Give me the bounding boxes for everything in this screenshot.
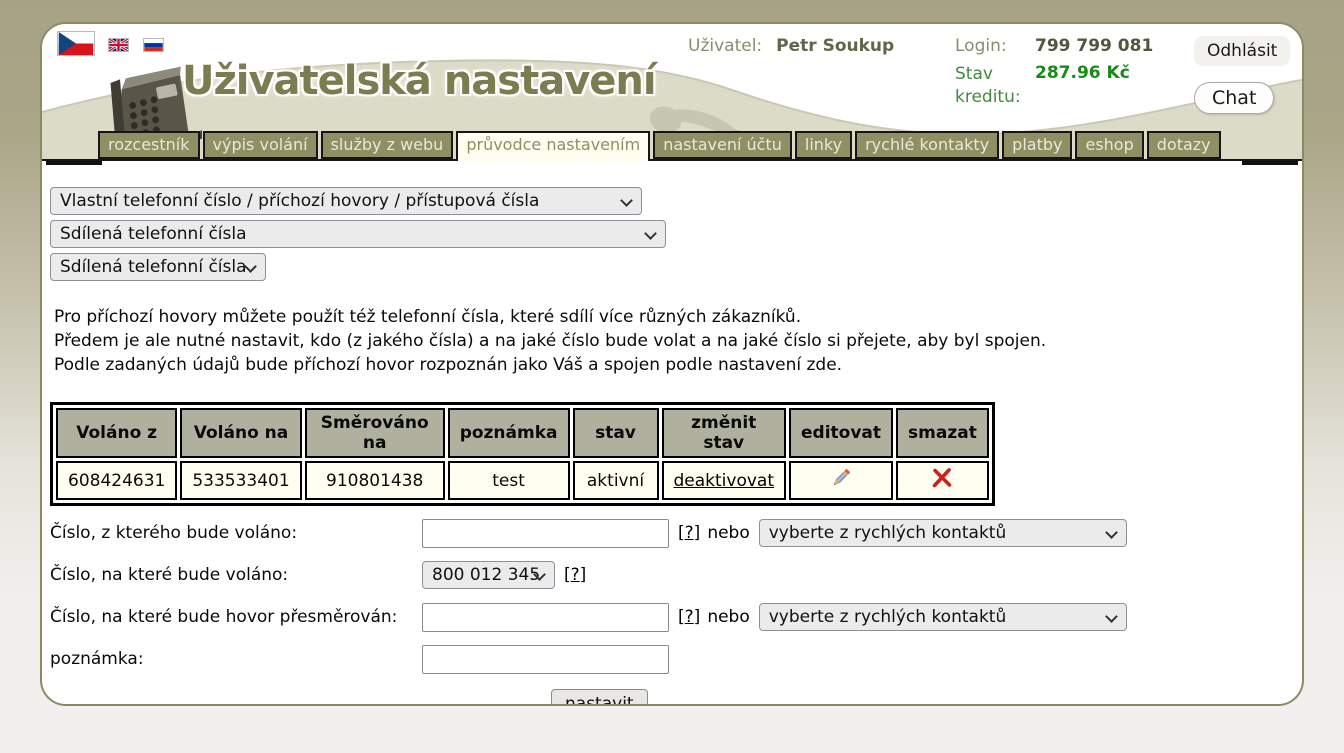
login-value: 799 799 081 [1035,36,1153,56]
category-select[interactable]: Vlastní telefonní číslo / příchozí hovor… [50,187,642,215]
forward-input[interactable] [422,603,669,632]
pencil-icon[interactable] [829,466,853,490]
form-row-forward: Číslo, na které bude hovor přesměrován: … [50,602,1294,632]
table-header-row: Voláno z Voláno na Směrováno na poznámka… [56,408,989,458]
user-info: Uživatel: Petr Soukup [688,36,894,56]
cell-volano-na: 533533401 [180,461,301,500]
nebo-text: nebo [707,607,749,627]
credit-info: Stav kreditu: 287.96 Kč [955,63,1130,109]
col-volano-z: Voláno z [56,408,177,458]
content-area: Vlastní telefonní číslo / příchozí hovor… [42,161,1302,706]
cell-smerovano-na: 910801438 [305,461,445,500]
chat-button[interactable]: Chat [1194,82,1274,114]
cell-volano-z: 608424631 [56,461,177,500]
tab-sluzby-z-webu[interactable]: služby z webu [321,131,454,159]
called-help: [?] [564,565,586,585]
col-zmenit-stav: změnit stav [662,408,787,458]
note-label: poznámka: [50,649,422,669]
bracket: [ [564,565,571,585]
main-card: Uživatelská nastavení Uživatel: Petr Sou… [40,22,1304,706]
tab-platby[interactable]: platby [1002,131,1072,159]
user-label: Uživatel: [688,36,762,56]
col-stav: stav [573,408,659,458]
shared-numbers-table: Voláno z Voláno na Směrováno na poznámka… [50,402,995,506]
login-info: Login: 799 799 081 [955,36,1153,56]
tab-vypis-volani[interactable]: výpis volání [203,131,318,159]
forward-label: Číslo, na které bude hovor přesměrován: [50,607,422,627]
forward-help-link[interactable]: ? [685,607,694,627]
tab-pruvodce-nastavenim[interactable]: průvodce nastavením [456,131,650,161]
russia-flag-icon[interactable] [143,38,164,52]
caller-contacts-select[interactable]: vyberte z rychlých kontaktů [759,519,1127,547]
section-select[interactable]: Sdílená telefonní čísla [50,253,266,281]
note-input[interactable] [422,645,669,674]
form-row-caller: Číslo, z kterého bude voláno: [?] nebo v… [50,518,1294,548]
col-volano-na: Voláno na [180,408,301,458]
form-row-note: poznámka: [50,644,1294,674]
tab-linky[interactable]: linky [795,131,852,159]
col-smerovano-na: Směrováno na [305,408,445,458]
form-row-called: Číslo, na které bude voláno: 800 012 345… [50,560,1294,590]
main-navigation: rozcestník výpis volání služby z webu pr… [42,131,1302,161]
submit-row: nastavit [551,689,1294,706]
subcategory-select[interactable]: Sdílená telefonní čísla [50,220,666,248]
user-name: Petr Soukup [776,36,894,56]
bracket: ] [694,523,701,543]
submit-button[interactable]: nastavit [551,689,648,706]
caller-input[interactable] [422,519,669,548]
bracket: ] [694,607,701,627]
tab-nastaveni-uctu[interactable]: nastavení účtu [653,131,792,159]
credit-label: Stav kreditu: [955,63,1035,109]
credit-value: 287.96 Kč [1035,63,1130,109]
cell-poznamka: test [448,461,570,500]
called-number-select[interactable]: 800 012 345 [422,561,555,589]
bracket: [ [678,523,685,543]
forward-help: [?] [678,607,700,627]
page-title: Uživatelská nastavení [182,58,656,104]
bracket: [ [678,607,685,627]
intro-line-3: Podle zadaných údajů bude příchozí hovor… [54,353,1294,377]
new-rule-form: Číslo, z kterého bude voláno: [?] nebo v… [50,518,1294,706]
intro-text: Pro příchozí hovory můžete použít též te… [54,305,1294,377]
bracket: ] [580,565,587,585]
caller-help: [?] [678,523,700,543]
col-editovat: editovat [789,408,893,458]
caller-help-link[interactable]: ? [685,523,694,543]
col-smazat: smazat [896,408,989,458]
red-x-icon[interactable] [931,467,953,489]
cell-stav: aktivní [573,461,659,500]
called-label: Číslo, na které bude voláno: [50,565,422,585]
tab-rozcestnik[interactable]: rozcestník [98,131,200,159]
deactivate-link[interactable]: deaktivovat [674,471,775,491]
forward-contacts-select[interactable]: vyberte z rychlých kontaktů [759,603,1127,631]
logout-button[interactable]: Odhlásit [1194,36,1290,66]
called-help-link[interactable]: ? [571,565,580,585]
header-banner: Uživatelská nastavení Uživatel: Petr Sou… [42,24,1302,161]
login-label: Login: [955,36,1035,56]
caller-label: Číslo, z kterého bude voláno: [50,523,422,543]
nebo-text: nebo [707,523,749,543]
tab-eshop[interactable]: eshop [1075,131,1143,159]
col-poznamka: poznámka [448,408,570,458]
table-row: 608424631 533533401 910801438 test aktiv… [56,461,989,500]
intro-line-1: Pro příchozí hovory můžete použít též te… [54,305,1294,329]
tab-rychle-kontakty[interactable]: rychlé kontakty [855,131,999,159]
tab-dotazy[interactable]: dotazy [1147,131,1221,159]
uk-flag-icon[interactable] [108,38,129,52]
intro-line-2: Předem je ale nutné nastavit, kdo (z jak… [54,329,1294,353]
